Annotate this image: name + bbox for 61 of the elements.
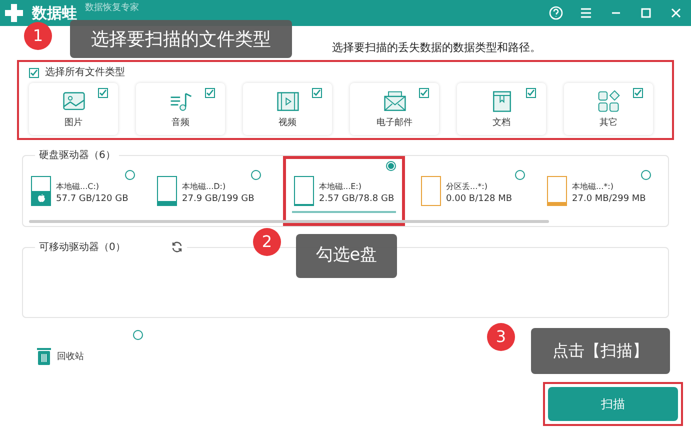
refresh-icon[interactable] (171, 241, 184, 253)
select-all-label: 选择所有文件类型 (45, 66, 125, 80)
file-type-checkbox[interactable] (526, 88, 536, 98)
drive-size: 2.57 GB/78.8 GB (319, 192, 394, 206)
drive-name: 本地磁...E:) (319, 180, 362, 192)
radio-button[interactable] (125, 170, 135, 180)
radio-button[interactable] (515, 170, 525, 180)
file-type-checkbox[interactable] (98, 88, 108, 98)
radio-button[interactable] (251, 170, 261, 180)
section-title: 硬盘驱动器（6） (35, 148, 120, 162)
menu-icon[interactable] (579, 6, 593, 20)
drive-item[interactable]: 本地磁...D:) 27.9 GB/199 GB (157, 168, 267, 214)
drive-size: 0.00 B/128 MB (446, 192, 512, 206)
help-icon[interactable] (549, 6, 563, 20)
callout-tooltip: 勾选e盘 (296, 234, 397, 278)
file-type-label: 音频 (172, 116, 190, 130)
grid-shapes-icon (596, 88, 622, 114)
section-title: 可移动驱动器（0） (39, 240, 126, 254)
step-number-badge: 3 (487, 323, 515, 351)
drive-size: 27.9 GB/199 GB (182, 192, 254, 206)
file-type-card[interactable]: 图片 (29, 82, 118, 134)
drive-item[interactable]: 本地磁...*:) 27.0 MB/299 MB (547, 168, 657, 214)
step-number-badge: 2 (253, 228, 281, 256)
file-type-card[interactable]: 音频 (136, 82, 225, 134)
file-type-card[interactable]: 其它 (564, 82, 653, 134)
drive-size: 57.7 GB/120 GB (56, 192, 128, 206)
app-subtitle: 数据恢复专家 (85, 2, 139, 15)
drive-name: 本地磁...D:) (182, 180, 227, 192)
file-type-checkbox[interactable] (205, 88, 215, 98)
close-icon[interactable] (669, 6, 683, 20)
file-type-label: 图片 (64, 116, 82, 130)
file-type-checkbox[interactable] (633, 88, 643, 98)
radio-button[interactable] (641, 170, 651, 180)
callout-tooltip: 点击【扫描】 (531, 328, 670, 374)
file-type-label: 电子邮件 (376, 116, 412, 130)
file-type-checkbox[interactable] (312, 88, 322, 98)
callout-tooltip: 选择要扫描的文件类型 (70, 20, 292, 58)
cross-logo-icon (4, 3, 24, 23)
file-type-card[interactable]: 视频 (243, 82, 332, 134)
radio-button[interactable] (133, 330, 143, 340)
file-type-checkbox[interactable] (419, 88, 429, 98)
file-type-label: 其它 (600, 116, 618, 130)
radio-button[interactable] (386, 160, 396, 170)
file-type-card[interactable]: 电子邮件 (350, 82, 439, 134)
file-type-label: 视频 (278, 116, 296, 130)
drive-item[interactable]: 本地磁...E:) 2.57 GB/78.8 GB (283, 156, 405, 226)
step-number-badge: 1 (24, 22, 52, 50)
file-type-card[interactable]: 文档 (457, 82, 546, 134)
maximize-icon[interactable] (639, 6, 653, 20)
drive-name: 本地磁...*:) (572, 180, 614, 192)
drive-size: 27.0 MB/299 MB (572, 192, 646, 206)
drive-item[interactable]: 分区丢...*:) 0.00 B/128 MB (421, 168, 531, 214)
file-type-label: 文档 (492, 116, 510, 130)
trash-icon[interactable] (36, 346, 52, 364)
instruction-text: 选择要扫描的丢失数据的数据类型和路径。 (332, 40, 541, 56)
drive-name: 本地磁...C:) (56, 180, 100, 192)
drive-name: 分区丢...*:) (446, 180, 488, 192)
recycle-bin-label: 回收站 (57, 351, 84, 364)
horizontal-scrollbar[interactable] (29, 220, 549, 222)
select-all-checkbox[interactable] (29, 68, 39, 78)
drive-item[interactable]: 本地磁...C:) 57.7 GB/120 GB (31, 168, 141, 214)
